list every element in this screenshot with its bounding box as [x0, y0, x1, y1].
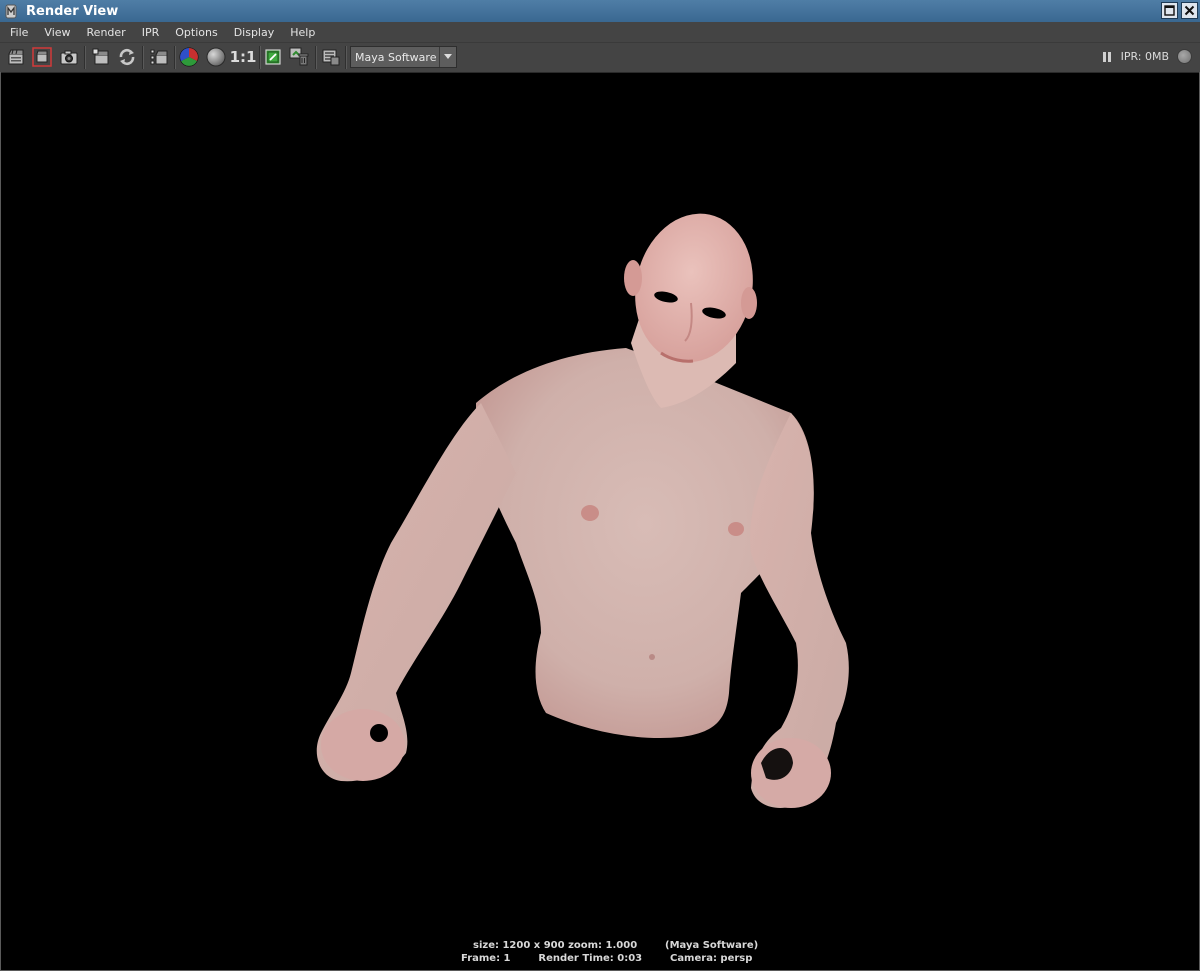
render-info-line-1: size: 1200 x 900 zoom: 1.000 (Maya Softw…	[473, 940, 759, 951]
snapshot-icon[interactable]	[58, 46, 80, 68]
menu-ipr[interactable]: IPR	[135, 26, 167, 39]
remove-image-icon[interactable]	[288, 46, 310, 68]
menu-render[interactable]: Render	[80, 26, 133, 39]
toolbar: 1:1 Maya Software IPR: 0MB	[0, 43, 1200, 73]
close-icon[interactable]	[1181, 2, 1198, 19]
toolbar-separator	[142, 46, 144, 69]
pause-ipr-icon[interactable]	[1101, 51, 1113, 63]
chevron-down-icon[interactable]	[439, 47, 456, 67]
alpha-channel-icon[interactable]	[205, 46, 227, 68]
ipr-status-area: IPR: 0MB	[1101, 49, 1192, 64]
maya-app-icon[interactable]	[4, 3, 18, 19]
toolbar-separator	[174, 46, 176, 69]
ipr-memory-label: IPR: 0MB	[1120, 50, 1169, 63]
toolbar-separator	[259, 46, 261, 69]
render-viewport[interactable]: size: 1200 x 900 zoom: 1.000 (Maya Softw…	[1, 73, 1198, 969]
render-view-window: Render View File View Render IPR Options…	[0, 0, 1200, 971]
window-title: Render View	[26, 3, 119, 19]
ipr-status-indicator-icon	[1177, 49, 1192, 64]
refresh-ipr-icon[interactable]	[116, 46, 138, 68]
real-size-label: 1:1	[229, 48, 257, 66]
ipr-render-region-icon[interactable]	[148, 46, 170, 68]
render-settings-icon[interactable]	[320, 46, 342, 68]
render-info-line-2: Frame: 1 Render Time: 0:03 Camera: persp	[461, 953, 753, 964]
keep-image-icon[interactable]	[262, 46, 284, 68]
real-size-icon[interactable]: 1:1	[229, 46, 257, 68]
redo-previous-ipr-icon[interactable]	[90, 46, 112, 68]
redo-previous-render-icon[interactable]	[5, 46, 27, 68]
toolbar-separator	[84, 46, 86, 69]
menu-view[interactable]: View	[37, 26, 77, 39]
menu-options[interactable]: Options	[168, 26, 224, 39]
render-region-icon[interactable]	[31, 46, 53, 68]
menu-file[interactable]: File	[3, 26, 35, 39]
renderer-label: Maya Software	[355, 50, 437, 64]
maximize-icon[interactable]	[1161, 2, 1178, 19]
menu-help[interactable]: Help	[283, 26, 322, 39]
menu-bar: File View Render IPR Options Display Hel…	[0, 22, 1200, 43]
rendered-image	[316, 213, 849, 808]
toolbar-separator	[345, 46, 347, 69]
menu-display[interactable]: Display	[227, 26, 282, 39]
rgb-channels-icon[interactable]	[178, 46, 200, 68]
renderer-dropdown[interactable]: Maya Software	[350, 46, 457, 68]
title-bar[interactable]: Render View	[0, 0, 1200, 22]
toolbar-separator	[315, 46, 317, 69]
